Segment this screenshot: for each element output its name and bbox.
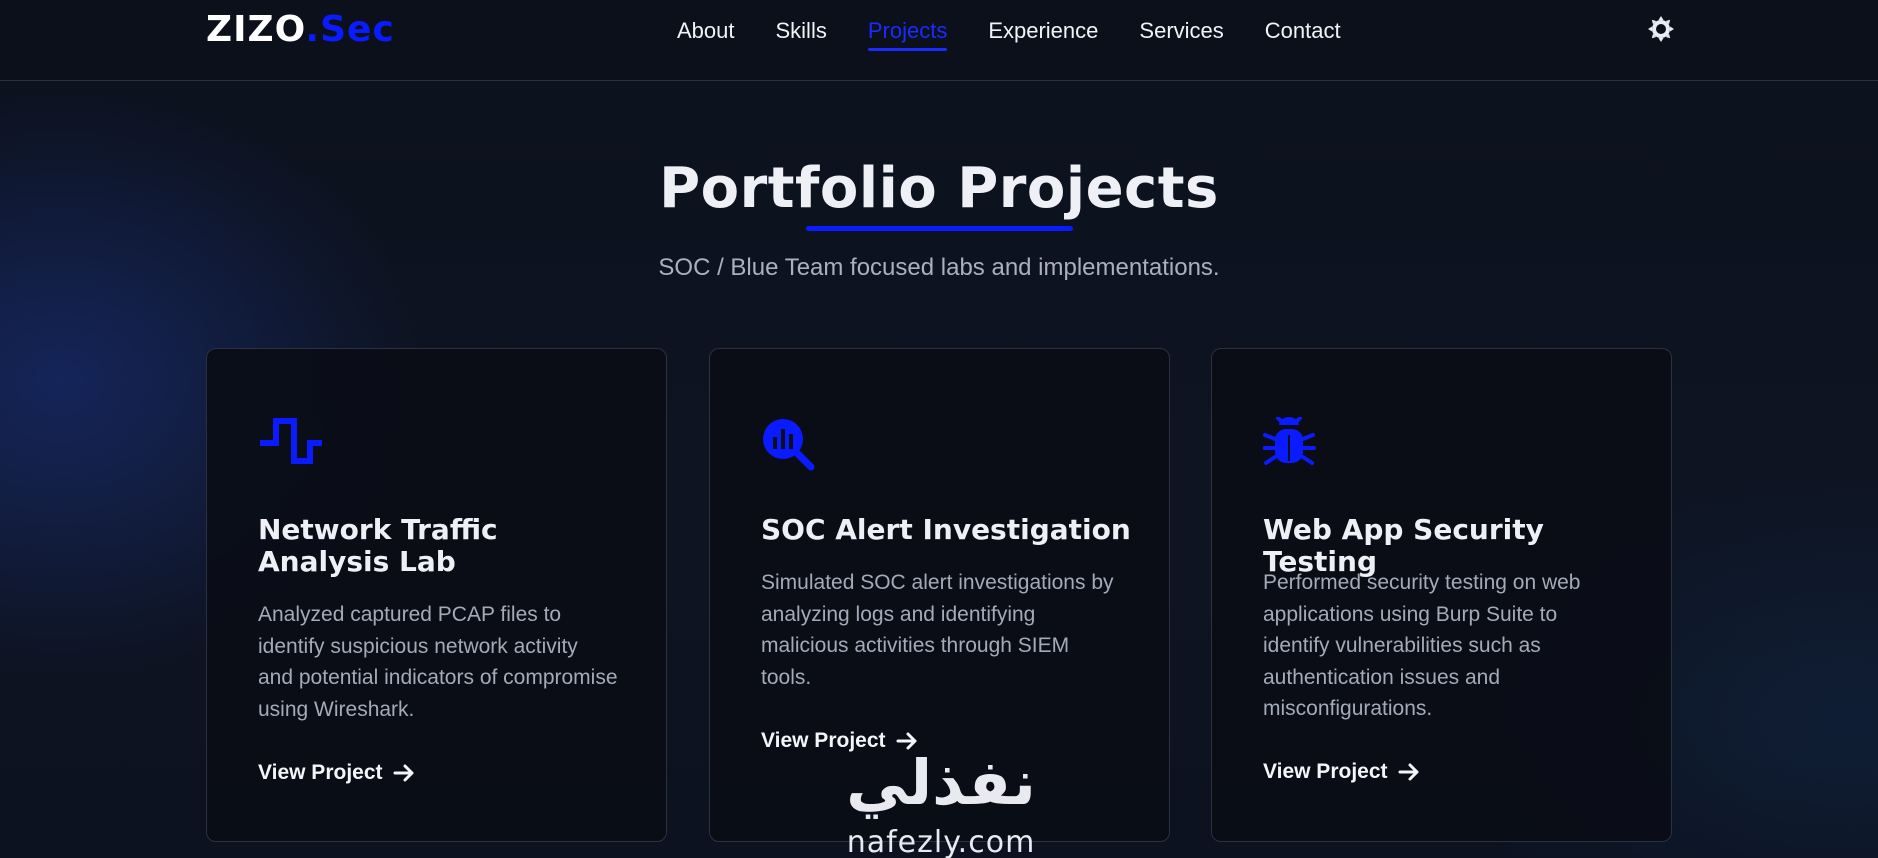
arrow-right-icon [1398,763,1419,781]
project-description: Analyzed captured PCAP files to identify… [258,603,618,721]
logo-accent: .Sec [305,9,395,50]
nav-link-projects[interactable]: Projects [867,15,948,51]
nav-link-experience[interactable]: Experience [988,15,1098,47]
watermark-logo: نفذلي nafezly.com [826,742,1056,858]
project-card-network-traffic: Network Traffic Analysis Lab Analyzed ca… [206,348,667,842]
nav-links: About Skills Projects Experience Service… [677,15,1341,51]
nav-link-skills[interactable]: Skills [776,15,827,47]
theme-toggle-button[interactable] [1647,15,1675,43]
page-subtitle: SOC / Blue Team focused labs and impleme… [658,254,1220,281]
nav-link-about[interactable]: About [677,15,735,47]
nav-link-services[interactable]: Services [1139,15,1223,47]
nav-link-contact[interactable]: Contact [1265,15,1341,47]
bug-icon [1262,416,1329,473]
navbar: ZIZO.Sec About Skills Projects Experienc… [0,0,1878,81]
view-project-link[interactable]: View Project [258,759,415,787]
page-title: Portfolio Projects [659,156,1219,221]
project-card-web-app: Web App Security Testing Performed secur… [1211,348,1672,842]
search-chart-icon [761,417,827,473]
sun-icon [1648,16,1674,42]
view-project-label: View Project [258,761,383,784]
project-description: Simulated SOC alert investigations by an… [761,571,1114,689]
view-project-label: View Project [1263,760,1388,783]
project-title: Network Traffic Analysis Lab [258,513,498,578]
logo-main: ZIZO [206,9,306,50]
title-underline [806,226,1073,231]
arrow-right-icon [393,764,414,782]
watermark-arabic: نفذلي [846,746,1036,819]
view-project-link[interactable]: View Project [1263,758,1420,786]
watermark-latin: nafezly.com [847,825,1036,858]
project-description: Performed security testing on web applic… [1263,571,1581,720]
project-title: SOC Alert Investigation [761,513,1131,546]
logo[interactable]: ZIZO.Sec [206,10,395,50]
network-waveform-icon [258,417,324,473]
